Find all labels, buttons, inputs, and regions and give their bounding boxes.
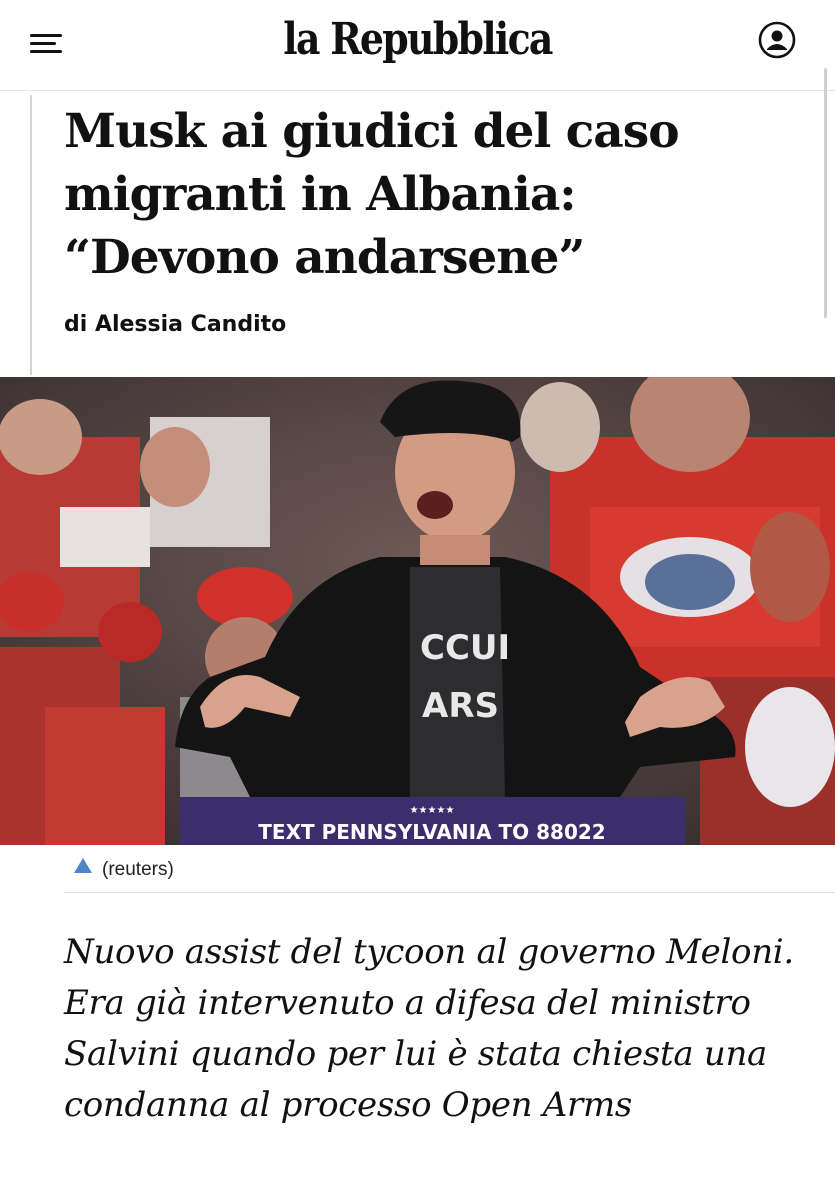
page-scrollbar[interactable] — [824, 68, 827, 318]
user-account-icon[interactable] — [758, 21, 796, 59]
article-left-rule — [30, 95, 32, 375]
banner-text: TEXT PENNSYLVANIA TO 88022 — [258, 820, 605, 844]
photo-credit[interactable]: (reuters) — [74, 858, 174, 881]
expand-caption-icon[interactable] — [74, 858, 92, 873]
article-headline: Musk ai giudici del caso migranti in Alb… — [64, 104, 680, 285]
svg-text:CCUI: CCUI — [420, 628, 510, 668]
article-byline[interactable]: di Alessia Candito — [64, 312, 286, 337]
article-summary: Nuovo assist del tycoon al governo Melon… — [64, 932, 794, 1125]
credit-divider — [64, 892, 835, 893]
article-photo[interactable]: CCUI ARS ★★★★★ TEXT PENNSYLVANIA TO 8802… — [0, 377, 835, 845]
site-logo[interactable]: la Repubblica — [58, 10, 776, 70]
top-bar: la Repubblica — [0, 0, 835, 91]
photo-credit-text: (reuters) — [102, 859, 174, 880]
svg-text:★★★★★: ★★★★★ — [410, 805, 455, 816]
svg-text:ARS: ARS — [422, 686, 499, 726]
photo-banner: ★★★★★ TEXT PENNSYLVANIA TO 88022 — [180, 797, 685, 845]
